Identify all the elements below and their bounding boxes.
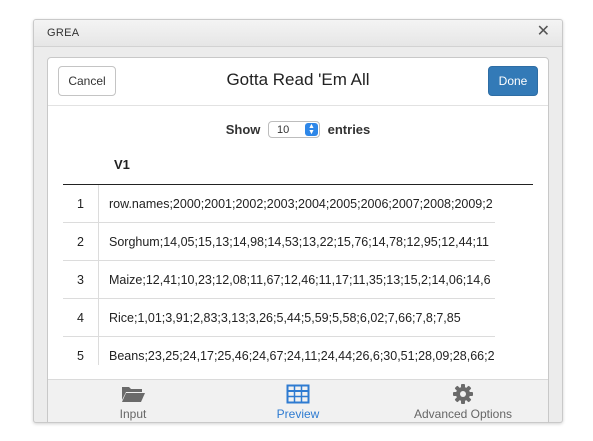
table-row: 4 Rice;1,01;3,91;2,83;3,13;3,26;5,44;5,5… (63, 298, 495, 337)
row-value: Beans;23,25;24,17;25,46;24,67;24,11;24,4… (98, 336, 495, 365)
tab-input-label: Input (119, 407, 147, 421)
row-index: 1 (63, 185, 99, 223)
dialog-title: Gotta Read 'Em All (226, 70, 370, 89)
row-value: row.names;2000;2001;2002;2003;2004;2005;… (98, 185, 495, 223)
row-index: 5 (63, 336, 99, 365)
row-value: Maize;12,41;10,23;12,08;11,67;12,46;11,1… (98, 260, 495, 299)
table-icon (228, 383, 368, 405)
done-button[interactable]: Done (488, 66, 538, 96)
tab-preview-label: Preview (276, 407, 320, 421)
gear-icon (393, 383, 533, 405)
tab-input[interactable]: Input (63, 383, 203, 422)
entries-select-value: 10 (277, 124, 290, 137)
column-header-v1[interactable]: V1 (114, 157, 130, 172)
tab-bar: Input Preview Advanced Options (48, 379, 548, 422)
table-row: 3 Maize;12,41;10,23;12,08;11,67;12,46;11… (63, 260, 495, 299)
row-index: 2 (63, 222, 99, 261)
dialog-header: Cancel Gotta Read 'Em All Done (48, 58, 548, 106)
preview-table[interactable]: 1 row.names;2000;2001;2002;2003;2004;200… (63, 184, 533, 365)
table-row: 1 row.names;2000;2001;2002;2003;2004;200… (63, 185, 495, 223)
chevron-updown-icon: ▲ ▼ (305, 123, 319, 137)
row-index: 4 (63, 298, 99, 337)
folder-icon (63, 383, 203, 405)
row-index: 3 (63, 260, 99, 299)
table-row: 5 Beans;23,25;24,17;25,46;24,67;24,11;24… (63, 336, 495, 365)
window-titlebar: GREA ✕ (34, 20, 562, 47)
table-row: 2 Sorghum;14,05;15,13;14,98;14,53;13,22;… (63, 222, 495, 261)
tab-preview[interactable]: Preview (228, 383, 368, 422)
row-value: Rice;1,01;3,91;2,83;3,13;3,26;5,44;5,59;… (98, 298, 495, 337)
entries-select[interactable]: 10 ▲ ▼ (268, 121, 321, 139)
show-label: Show (225, 122, 261, 138)
gadget-dialog: Cancel Gotta Read 'Em All Done Show 10 ▲… (47, 57, 549, 422)
tab-advanced-options[interactable]: Advanced Options (393, 383, 533, 422)
entries-label: entries (327, 122, 371, 138)
close-icon[interactable]: ✕ (537, 23, 550, 41)
table-length-control: Show 10 ▲ ▼ entries (48, 121, 548, 139)
window-title: GREA (47, 27, 80, 39)
row-value: Sorghum;14,05;15,13;14,98;14,53;13,22;15… (98, 222, 495, 261)
tab-advanced-options-label: Advanced Options (413, 407, 513, 421)
app-window: GREA ✕ Cancel Gotta Read 'Em All Done Sh… (33, 19, 563, 423)
